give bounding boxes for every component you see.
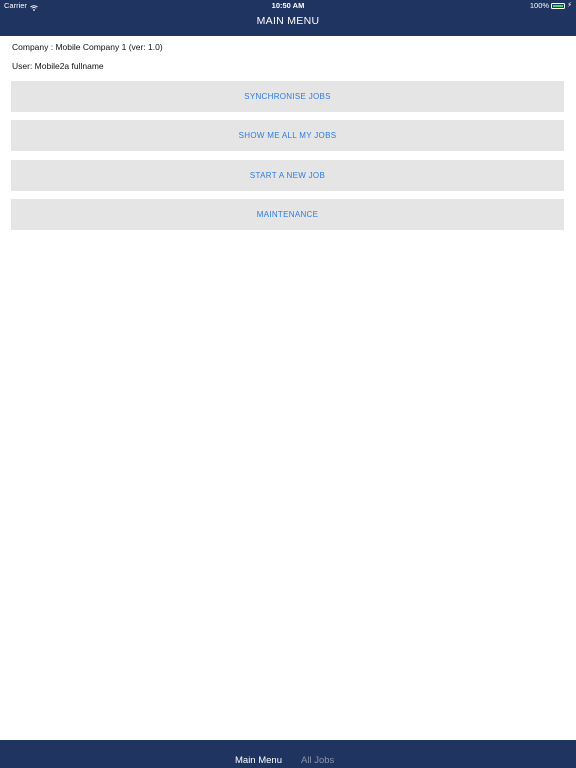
page-title: MAIN MENU xyxy=(256,15,320,27)
navigation-bar: Carrier 10:50 AM 100% ⚡ MAIN MENU xyxy=(0,0,576,36)
maintenance-button[interactable]: MAINTENANCE xyxy=(11,199,564,230)
status-bar: Carrier 10:50 AM 100% ⚡ xyxy=(0,0,576,12)
tab-bar: Main Menu All Jobs xyxy=(0,740,576,768)
show-all-jobs-button[interactable]: SHOW ME ALL MY JOBS xyxy=(11,120,564,151)
status-right: 100% ⚡ xyxy=(530,0,572,12)
battery-percentage: 100% xyxy=(529,1,550,10)
synchronise-jobs-button[interactable]: SYNCHRONISE JOBS xyxy=(11,81,564,112)
start-new-job-button[interactable]: START A NEW JOB xyxy=(11,160,564,191)
status-time: 10:50 AM xyxy=(271,1,305,10)
tab-main-menu[interactable]: Main Menu xyxy=(235,755,282,766)
tab-all-jobs[interactable]: All Jobs xyxy=(301,755,334,766)
battery-icon xyxy=(551,3,566,9)
user-info: User: Mobile2a fullname xyxy=(12,61,104,71)
charging-bolt-icon: ⚡ xyxy=(567,2,572,9)
company-info: Company : Mobile Company 1 (ver: 1.0) xyxy=(12,42,163,52)
battery-fill xyxy=(553,5,564,7)
